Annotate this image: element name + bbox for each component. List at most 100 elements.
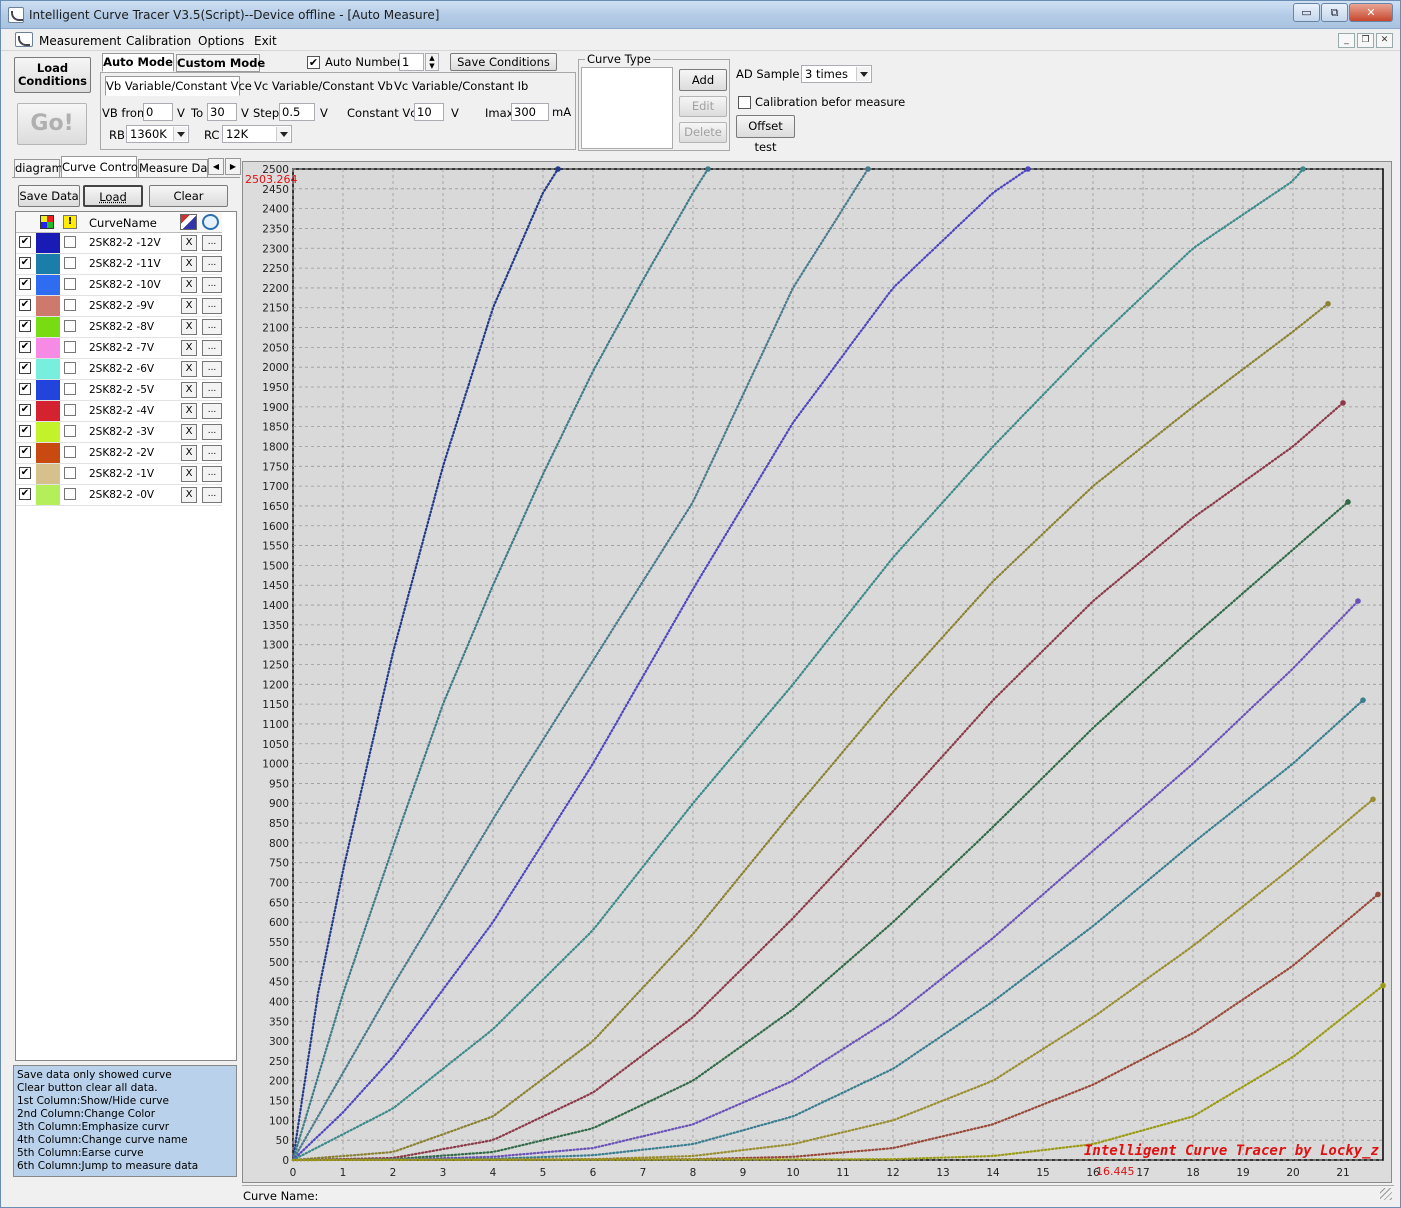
menu-options[interactable]: Options — [198, 34, 244, 48]
auto-number-input[interactable]: 1 — [399, 53, 424, 71]
list-item[interactable]: ✔ 2SK82-2 -5V X... — [16, 380, 222, 401]
erase-curve-button[interactable]: X — [181, 382, 197, 398]
ad-sample-select[interactable]: 3 times — [801, 65, 872, 83]
auto-number-spinner[interactable]: ▲ ▼ — [425, 53, 439, 71]
curve-color-swatch[interactable] — [36, 422, 60, 442]
show-curve-checkbox[interactable]: ✔ — [19, 278, 31, 290]
curve-color-swatch[interactable] — [36, 401, 60, 421]
show-curve-checkbox[interactable]: ✔ — [19, 467, 31, 479]
curve-name[interactable]: 2SK82-2 -8V — [89, 321, 154, 333]
show-curve-checkbox[interactable]: ✔ — [19, 257, 31, 269]
load-data-button[interactable]: Load Data — [83, 185, 143, 224]
emphasize-checkbox[interactable] — [64, 236, 76, 248]
curve-name[interactable]: 2SK82-2 -6V — [89, 363, 154, 375]
mdi-restore-icon[interactable]: ❐ — [1357, 33, 1374, 48]
curve-name[interactable]: 2SK82-2 -0V — [89, 489, 154, 501]
curve-chart[interactable]: 0 50 100 150 200 250 300 350 400 450 500 550 600 650 7… — [242, 161, 1392, 1183]
imax-input[interactable]: 300 — [511, 103, 549, 121]
tab-diagram[interactable]: diagram — [14, 159, 63, 178]
vb-from-input[interactable]: 0 — [143, 103, 173, 121]
subtab-vc-variable-ib[interactable]: Vc Variable/Constant Ib — [394, 79, 528, 93]
step-input[interactable]: 0.5 — [279, 103, 315, 121]
list-item[interactable]: ✔ 2SK82-2 -7V X... — [16, 338, 222, 359]
show-curve-checkbox[interactable]: ✔ — [19, 320, 31, 332]
emphasize-checkbox[interactable] — [64, 362, 76, 374]
minimize-button[interactable]: ▭ — [1293, 3, 1320, 22]
mdi-close-icon[interactable]: ✕ — [1376, 33, 1393, 48]
close-button[interactable]: ✕ — [1349, 3, 1393, 22]
show-curve-checkbox[interactable]: ✔ — [19, 404, 31, 416]
erase-curve-button[interactable]: X — [181, 403, 197, 419]
jump-data-button[interactable]: ... — [202, 340, 222, 356]
tab-custom-mode[interactable]: Custom Mode — [176, 54, 265, 72]
emphasize-checkbox[interactable] — [64, 341, 76, 353]
curve-name[interactable]: 2SK82-2 -3V — [89, 426, 154, 438]
show-curve-checkbox[interactable]: ✔ — [19, 236, 31, 248]
list-item[interactable]: ✔ 2SK82-2 -6V X... — [16, 359, 222, 380]
emphasize-checkbox[interactable] — [64, 383, 76, 395]
chart-svg[interactable]: 0501001502002503003504004505005506006507… — [243, 162, 1393, 1184]
tab-scroll-left-icon[interactable]: ◀ — [208, 158, 224, 175]
emphasize-checkbox[interactable] — [64, 425, 76, 437]
menu-exit[interactable]: Exit — [254, 34, 277, 48]
erase-curve-button[interactable]: X — [181, 424, 197, 440]
jump-data-button[interactable]: ... — [202, 298, 222, 314]
show-curve-checkbox[interactable]: ✔ — [19, 299, 31, 311]
subtab-vc-variable-vb[interactable]: Vc Variable/Constant Vb — [254, 79, 393, 93]
curve-name[interactable]: 2SK82-2 -12V — [89, 237, 161, 249]
jump-data-button[interactable]: ... — [202, 403, 222, 419]
curve-color-swatch[interactable] — [36, 296, 60, 316]
erase-curve-button[interactable]: X — [181, 487, 197, 503]
erase-curve-button[interactable]: X — [181, 340, 197, 356]
curve-color-swatch[interactable] — [36, 359, 60, 379]
list-item[interactable]: ✔ 2SK82-2 -2V X... — [16, 443, 222, 464]
load-conditions-button[interactable]: Load Conditions — [14, 57, 91, 93]
list-item[interactable]: ✔ 2SK82-2 -8V X... — [16, 317, 222, 338]
curve-name[interactable]: 2SK82-2 -7V — [89, 342, 154, 354]
tab-measure-data[interactable]: Measure Data — [138, 159, 208, 178]
auto-number-checkbox[interactable]: ✔ — [307, 56, 320, 69]
clear-button[interactable]: Clear — [149, 185, 228, 207]
jump-data-button[interactable]: ... — [202, 319, 222, 335]
jump-data-button[interactable]: ... — [202, 361, 222, 377]
offset-test-button[interactable]: Offset test — [736, 115, 795, 154]
erase-curve-button[interactable]: X — [181, 235, 197, 251]
list-item[interactable]: ✔ 2SK82-2 -0V X... — [16, 485, 222, 506]
jump-data-button[interactable]: ... — [202, 235, 222, 251]
erase-curve-button[interactable]: X — [181, 298, 197, 314]
rc-select[interactable]: 12K — [222, 125, 292, 143]
go-button[interactable]: Go! — [17, 103, 87, 145]
jump-data-button[interactable]: ... — [202, 445, 222, 461]
maximize-button[interactable]: ⧉ — [1321, 3, 1348, 22]
delete-button[interactable]: Delete — [679, 122, 727, 143]
erase-curve-button[interactable]: X — [181, 256, 197, 272]
show-curve-checkbox[interactable]: ✔ — [19, 446, 31, 458]
tab-scroll-right-icon[interactable]: ▶ — [225, 158, 241, 175]
list-item[interactable]: ✔ 2SK82-2 -10V X... — [16, 275, 222, 296]
curve-name[interactable]: 2SK82-2 -1V — [89, 468, 154, 480]
menu-measurement[interactable]: Measurement — [39, 34, 121, 48]
tab-curve-control[interactable]: Curve Control — [61, 156, 141, 178]
rb-select[interactable]: 1360K — [126, 125, 189, 143]
erase-curve-button[interactable]: X — [181, 445, 197, 461]
subtab-vb-variable[interactable]: Vb Variable/Constant Vce — [105, 76, 252, 96]
erase-curve-button[interactable]: X — [181, 319, 197, 335]
curve-color-swatch[interactable] — [36, 443, 60, 463]
curve-name[interactable]: 2SK82-2 -2V — [89, 447, 154, 459]
curve-color-swatch[interactable] — [36, 464, 60, 484]
menu-calibration[interactable]: Calibration — [126, 34, 191, 48]
emphasize-checkbox[interactable] — [64, 488, 76, 500]
emphasize-checkbox[interactable] — [64, 446, 76, 458]
curve-color-swatch[interactable] — [36, 254, 60, 274]
curve-name[interactable]: 2SK82-2 -10V — [89, 279, 161, 291]
curve-type-list[interactable] — [581, 67, 673, 149]
curve-name[interactable]: 2SK82-2 -5V — [89, 384, 154, 396]
jump-data-button[interactable]: ... — [202, 487, 222, 503]
emphasize-checkbox[interactable] — [64, 257, 76, 269]
curve-name[interactable]: 2SK82-2 -11V — [89, 258, 161, 270]
constant-vce-input[interactable]: 10 — [414, 103, 444, 121]
list-item[interactable]: ✔ 2SK82-2 -3V X... — [16, 422, 222, 443]
mdi-minimize-icon[interactable]: _ — [1338, 33, 1355, 48]
show-curve-checkbox[interactable]: ✔ — [19, 488, 31, 500]
save-data-button[interactable]: Save Data — [18, 185, 80, 207]
